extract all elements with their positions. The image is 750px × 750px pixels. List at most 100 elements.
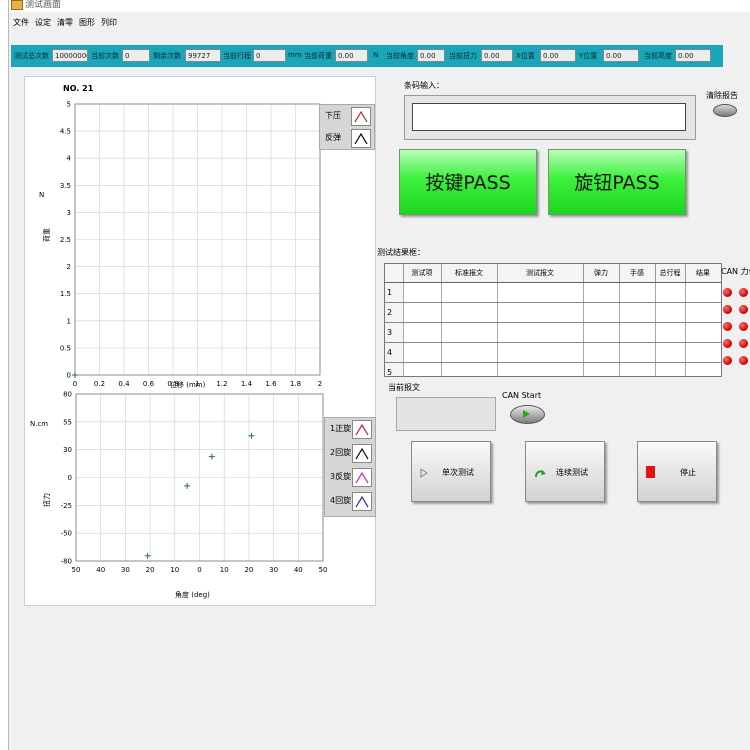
x-tick-label: 2 <box>318 380 322 388</box>
status-bar: 测试总次数 10000000 当前次数 0 剩余次数 99727 当前行程 0 … <box>11 45 723 67</box>
play-outline-icon <box>420 468 428 481</box>
column-header: 标准报文 <box>441 264 498 283</box>
legend-item-rebound: 反弹 <box>320 127 374 149</box>
loop-arrow-icon <box>534 468 546 483</box>
x-tick-label: 0.8 <box>167 380 178 388</box>
table-row[interactable]: 4 <box>385 342 721 363</box>
app-icon <box>11 0 23 10</box>
x-tick-label: 1.4 <box>241 380 253 388</box>
clear-report-toggle[interactable] <box>713 104 737 117</box>
can-force-label: CAN 力值 <box>721 267 750 276</box>
legend-label: 4回旋 <box>330 496 352 505</box>
legend-item-forward-1: 1正旋 <box>325 418 375 440</box>
current-count-label: 当前次数 <box>91 52 119 60</box>
continuous-test-label: 连续测试 <box>556 468 588 477</box>
row-number: 4 <box>385 342 404 363</box>
x-tick-label: 30 <box>269 566 278 574</box>
current-torque-label: 当前扭力 <box>449 52 477 60</box>
x-position-label: X位置 <box>516 52 535 60</box>
play-icon <box>523 410 530 418</box>
data-point <box>208 453 215 460</box>
table-header-row: 测试项 标准报文 测试报文 弹力 手感 总行程 结果 <box>385 264 721 283</box>
x-tick-label: 1.6 <box>265 380 277 388</box>
chart-top-title: NO. 21 <box>63 84 94 93</box>
charts-svg: NO. 21 N 荷重 位移 (mm) N.cm 扭力 角度 (deg) 0 0.… <box>30 84 328 599</box>
row-number: 1 <box>385 282 404 303</box>
graph-panel: NO. 21 N 荷重 位移 (mm) N.cm 扭力 角度 (deg) 0 0.… <box>24 76 376 606</box>
legend-item-press: 下压 <box>320 105 374 127</box>
stop-button[interactable]: 停止 <box>637 441 717 502</box>
continuous-test-button[interactable]: 连续测试 <box>525 441 605 502</box>
single-test-label: 单次测试 <box>442 468 474 477</box>
y-tick-label: -25 <box>61 502 72 510</box>
window-title: 测试画面 <box>25 0 62 10</box>
table-header-corner <box>385 264 404 283</box>
column-header: 测试报文 <box>497 264 584 283</box>
chart-top-y-label: 荷重 <box>42 228 51 242</box>
current-stroke-unit: mm <box>288 51 302 59</box>
current-stroke-value: 0 <box>253 49 286 62</box>
column-header: 测试项 <box>403 264 442 283</box>
chart-bottom-legend: 1正旋 2回旋 3反旋 4回旋 <box>324 417 376 517</box>
x-tick-label: 0 <box>73 380 77 388</box>
x-tick-label: 40 <box>96 566 105 574</box>
table-row[interactable]: 1 <box>385 282 721 303</box>
menu-settings[interactable]: 设定 <box>35 17 51 28</box>
legend-label: 下压 <box>325 111 341 120</box>
menu-file[interactable]: 文件 <box>13 17 29 28</box>
data-point <box>248 432 255 439</box>
can-led-indicator <box>723 305 732 314</box>
can-start-toggle[interactable] <box>510 405 545 424</box>
x-tick-label: 1.8 <box>290 380 301 388</box>
results-label: 测试结果框： <box>377 248 425 257</box>
y-tick-label: 3.5 <box>60 182 71 190</box>
menu-reset[interactable]: 清零 <box>57 17 73 28</box>
row-number: 2 <box>385 302 404 323</box>
x-tick-label: 1.2 <box>216 380 227 388</box>
y-tick-label: 0 <box>67 372 71 380</box>
menu-print[interactable]: 列印 <box>101 17 117 28</box>
x-tick-label: 10 <box>220 566 229 574</box>
y-tick-label: 0.5 <box>60 344 71 352</box>
x-tick-label: 0 <box>197 566 201 574</box>
legend-label: 3反旋 <box>330 472 352 481</box>
table-row[interactable]: 2 <box>385 302 721 323</box>
y-tick-label: -80 <box>61 558 72 566</box>
current-count-value: 0 <box>122 49 150 62</box>
x-tick-label: 0.4 <box>118 380 130 388</box>
column-header: 弹力 <box>583 264 620 283</box>
y-tick-label: 55 <box>63 418 72 426</box>
remaining-count-value: 99727 <box>185 49 221 62</box>
x-tick-label: 10 <box>170 566 179 574</box>
y-tick-label: 30 <box>63 446 72 454</box>
x-tick-label: 50 <box>319 566 328 574</box>
key-pass-button[interactable]: 按键PASS <box>399 149 537 215</box>
y-tick-label: 2.5 <box>60 236 71 244</box>
menu-graph[interactable]: 图形 <box>79 17 95 28</box>
current-height-label: 当前高度 <box>644 52 672 60</box>
legend-swatch-icon <box>351 129 371 148</box>
y-tick-label: 80 <box>63 391 72 399</box>
can-led-indicator <box>723 339 732 348</box>
can-led-indicator <box>723 322 732 331</box>
table-row[interactable]: 5 <box>385 362 721 376</box>
current-torque-value: 0.00 <box>481 49 513 62</box>
column-header: 结果 <box>685 264 721 283</box>
y-tick-label: 4 <box>67 155 72 163</box>
legend-swatch-icon <box>352 420 372 439</box>
table-row[interactable]: 3 <box>385 322 721 343</box>
barcode-input[interactable] <box>412 103 686 131</box>
single-test-button[interactable]: 单次测试 <box>411 441 491 502</box>
menu-bar: 文件 设定 清零 图形 列印 <box>9 13 750 31</box>
y-tick-label: 4.5 <box>60 128 71 136</box>
knob-pass-button[interactable]: 旋钮PASS <box>548 149 686 215</box>
barcode-frame <box>404 95 696 140</box>
data-point <box>184 482 191 489</box>
x-tick-label: 30 <box>121 566 130 574</box>
x-tick-label: 50 <box>72 566 81 574</box>
legend-swatch-icon <box>352 492 372 511</box>
legend-item-reverse-3: 3反旋 <box>325 466 375 488</box>
legend-item-return-2: 2回旋 <box>325 442 375 464</box>
y-tick-label: 1 <box>67 317 71 325</box>
x-tick-label: 20 <box>146 566 155 574</box>
